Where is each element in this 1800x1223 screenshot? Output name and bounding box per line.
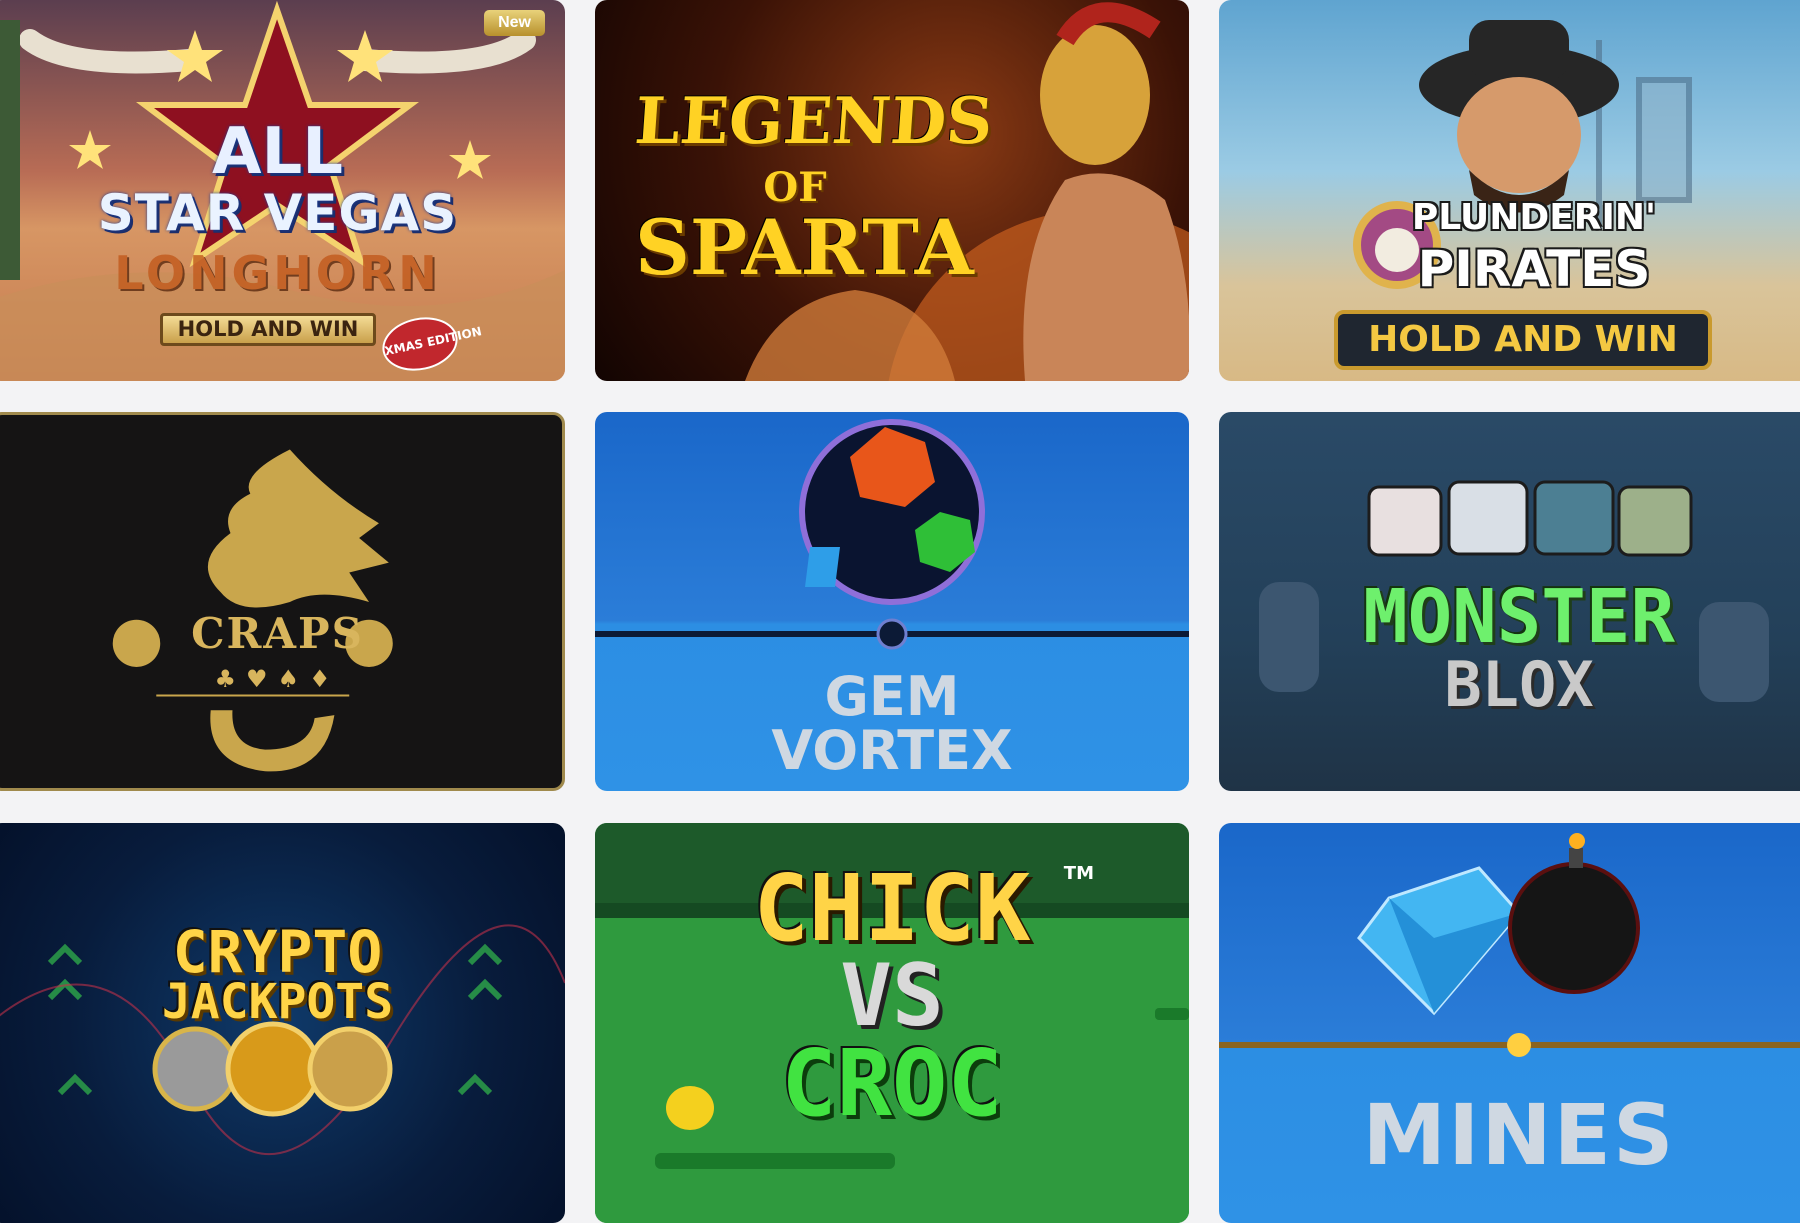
game-title-line-1: PLUNDERIN' xyxy=(1411,197,1657,238)
game-title-line-3: SPARTA xyxy=(635,203,974,292)
game-tile-chick-vs-croc[interactable]: CHICK VS CROC TM xyxy=(595,823,1189,1223)
game-title-line-1: GEM xyxy=(824,665,960,728)
trademark-symbol: TM xyxy=(1063,863,1094,884)
game-title-line-1: MONSTER xyxy=(1363,574,1675,660)
game-title-line-2: JACKPOTS xyxy=(161,974,394,1030)
game-title-line-2: BLOX xyxy=(1444,648,1594,721)
game-title-line-2: PIRATES xyxy=(1417,240,1651,298)
game-tile-legends-of-sparta[interactable]: LEGENDS OF SPARTA xyxy=(595,0,1189,381)
card-suits-ornament: ♣♥♠♦ xyxy=(214,665,341,693)
game-tile-gem-vortex[interactable]: GEM VORTEX xyxy=(595,412,1189,791)
game-title-line-2: VORTEX xyxy=(771,719,1013,782)
game-tile-mines[interactable]: MINES xyxy=(1219,823,1800,1223)
game-title-line-3: LONGHORN xyxy=(114,246,441,300)
gold-dragon-logo xyxy=(112,449,393,772)
game-title-line-3: CROC xyxy=(781,1030,1003,1137)
game-title-line-1: LEGENDS xyxy=(632,84,996,159)
game-tile-all-star-vegas[interactable]: New ALL STAR VEGAS LONGHORN HOLD AND WIN… xyxy=(0,0,565,381)
game-tile-craps[interactable]: CRAPS ♣♥♠♦ xyxy=(0,412,565,791)
hold-and-win-label: HOLD AND WIN xyxy=(160,313,376,346)
hold-and-win-label: HOLD AND WIN xyxy=(1334,310,1712,370)
game-grid: New ALL STAR VEGAS LONGHORN HOLD AND WIN… xyxy=(0,0,1800,1223)
game-tile-plunderin-pirates[interactable]: PLUNDERIN' PIRATES HOLD AND WIN xyxy=(1219,0,1800,381)
game-tile-crypto-jackpots[interactable]: CRYPTO JACKPOTS xyxy=(0,823,565,1223)
game-title-line-1: ALL xyxy=(211,115,344,189)
game-title-line-1: CRAPS xyxy=(191,609,364,658)
game-tile-monster-blox[interactable]: MONSTER BLOX xyxy=(1219,412,1800,791)
game-title-line-1: CHICK xyxy=(753,855,1031,962)
new-badge: New xyxy=(484,10,545,36)
game-title-line-1: CRYPTO xyxy=(172,918,383,986)
game-title-line-2: VS xyxy=(840,946,944,1046)
game-title-line-1: MINES xyxy=(1362,1086,1676,1184)
game-title-line-2: STAR VEGAS xyxy=(97,184,458,242)
game-title-line-2: OF xyxy=(763,164,827,211)
